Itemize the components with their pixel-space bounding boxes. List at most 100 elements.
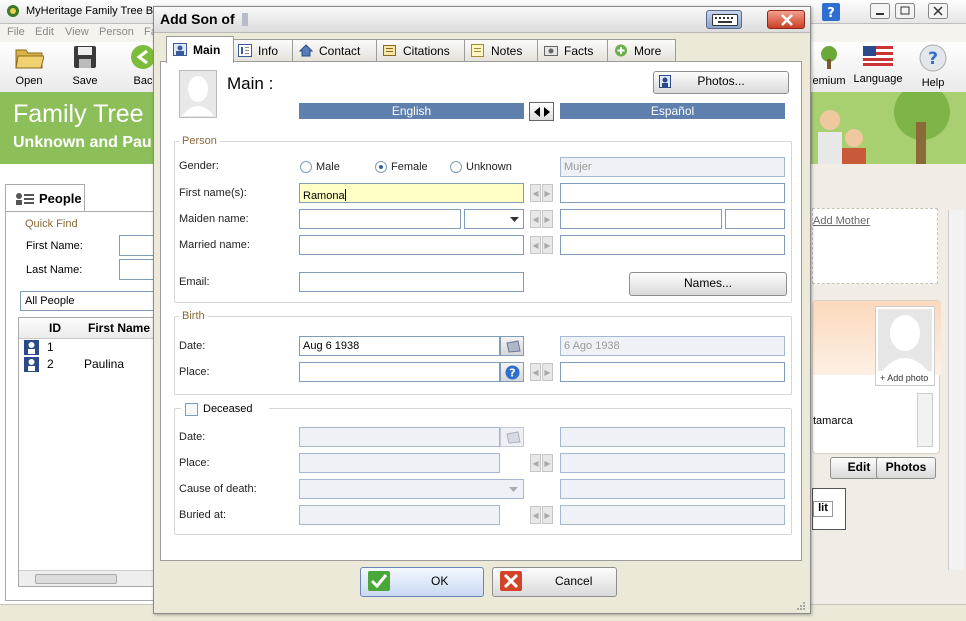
app-logo-icon [6, 4, 20, 18]
column-first-name[interactable]: First Name [88, 321, 150, 335]
copy-birth-place-arrows[interactable]: ◀ ▶ [530, 363, 554, 381]
edit-partner-fragment[interactable]: lit [813, 501, 833, 517]
people-grid: ID First Name 1 2 Paulina [18, 317, 155, 587]
cancel-x-icon [500, 571, 522, 591]
question-circle-icon: ? [505, 365, 520, 380]
table-row[interactable]: 2 Paulina [19, 356, 154, 373]
resize-grip-icon[interactable] [794, 599, 806, 611]
horizontal-scrollbar[interactable] [19, 570, 154, 586]
gender-female-label[interactable]: Female [391, 161, 428, 173]
column-id[interactable]: ID [49, 321, 61, 335]
people-filter-select[interactable]: All People [20, 291, 155, 311]
married-name-translation-input[interactable] [560, 235, 785, 255]
gender-unknown-radio[interactable] [450, 161, 462, 173]
add-photo-link[interactable]: + Add photo [880, 373, 928, 383]
deceased-checkbox[interactable] [185, 403, 198, 416]
dialog-title-bar: Add Son of [154, 7, 810, 33]
gender-label: Gender: [179, 160, 219, 172]
maximize-icon[interactable] [895, 3, 915, 19]
maiden-name-translation-input[interactable] [560, 209, 722, 229]
table-row[interactable]: 1 [19, 339, 154, 356]
cancel-button[interactable]: Cancel [492, 567, 617, 597]
names-button[interactable]: Names... [629, 272, 787, 296]
tab-notes[interactable]: Notes [464, 39, 540, 62]
first-names-input[interactable]: Ramona [299, 183, 524, 203]
premium-button[interactable]: emium [811, 44, 847, 87]
person-photo-placeholder[interactable] [179, 70, 217, 118]
birth-place-help-button[interactable]: ? [500, 362, 524, 382]
maiden-suffix-translation-input[interactable] [725, 209, 785, 229]
birth-date-input[interactable]: Aug 6 1938 [299, 336, 500, 356]
tab-facts[interactable]: Facts [537, 39, 610, 62]
menu-file[interactable]: File [7, 26, 25, 38]
save-button[interactable]: Save [68, 44, 102, 87]
language-button[interactable]: Language [852, 44, 904, 85]
close-icon[interactable] [928, 3, 948, 19]
calendar-icon [505, 340, 521, 353]
email-input[interactable] [299, 272, 524, 292]
birth-place-input[interactable] [299, 362, 500, 382]
gender-translation-field: Mujer [560, 157, 785, 177]
question-icon: ? [919, 44, 947, 72]
married-name-input[interactable] [299, 235, 524, 255]
copy-maiden-name-arrows[interactable]: ◀ ▶ [530, 210, 554, 228]
gender-male-radio[interactable] [300, 161, 312, 173]
tab-more[interactable]: More [607, 39, 676, 62]
tab-main[interactable]: Main [166, 36, 234, 63]
close-x-icon [780, 14, 794, 26]
minimize-icon[interactable] [870, 3, 890, 19]
add-mother-link[interactable]: Add Mother [813, 215, 870, 227]
ok-button[interactable]: OK [360, 567, 484, 597]
menu-person[interactable]: Person [99, 26, 134, 38]
gender-unknown-label[interactable]: Unknown [466, 161, 512, 173]
copy-first-name-arrows[interactable]: ◀ ▶ [530, 184, 554, 202]
tab-contact[interactable]: Contact [292, 39, 379, 62]
tab-people[interactable]: People [5, 184, 85, 212]
avatar-silhouette-icon [181, 72, 215, 116]
card-scrollbar[interactable] [917, 393, 933, 447]
facts-icon [544, 44, 558, 57]
cell-id: 1 [47, 340, 54, 354]
main-heading: Main : [227, 74, 274, 93]
chevron-down-icon [509, 487, 518, 492]
maiden-suffix-select[interactable] [464, 209, 524, 229]
dialog-close-button[interactable] [767, 10, 805, 29]
banner-subtitle: Unknown and Pau [13, 134, 152, 151]
married-name-label: Married name: [179, 239, 250, 251]
swap-languages-button[interactable] [529, 102, 554, 121]
cause-of-death-label: Cause of death: [179, 483, 257, 495]
birth-date-picker-button[interactable] [500, 336, 524, 356]
menu-edit[interactable]: Edit [35, 26, 54, 38]
buried-at-translation-field [560, 505, 785, 525]
help-icon[interactable]: ? [822, 3, 840, 21]
first-names-translation-input[interactable] [560, 183, 785, 203]
birth-date-translation-field: 6 Ago 1938 [560, 336, 785, 356]
maiden-name-input[interactable] [299, 209, 461, 229]
first-name-search-input[interactable] [119, 235, 157, 256]
language-english[interactable]: English [299, 103, 524, 119]
death-date-picker-button [500, 427, 524, 447]
add-mother-card[interactable]: Add Mother [812, 208, 938, 284]
right-scrollbar[interactable] [948, 210, 964, 570]
photos-person-button[interactable]: Photos [876, 457, 936, 479]
copy-married-name-arrows[interactable]: ◀ ▶ [530, 236, 554, 254]
language-spanish[interactable]: Español [560, 103, 785, 119]
photos-button[interactable]: Photos... [653, 71, 789, 94]
help-button[interactable]: ? Help [916, 44, 950, 89]
menu-view[interactable]: View [65, 26, 89, 38]
partner-card[interactable]: lit [812, 488, 846, 530]
last-name-search-input[interactable] [119, 259, 157, 280]
death-date-input [299, 427, 500, 447]
scrollbar-thumb[interactable] [35, 574, 117, 584]
swap-arrows-icon [532, 106, 552, 118]
gender-male-label[interactable]: Male [316, 161, 340, 173]
tab-citations[interactable]: Citations [376, 39, 467, 62]
person-photo[interactable]: + Add photo [875, 306, 935, 386]
keyboard-button[interactable] [706, 10, 742, 29]
gender-female-radio[interactable] [375, 161, 387, 173]
birth-place-translation-input[interactable] [560, 362, 785, 382]
open-button[interactable]: Open [10, 44, 48, 87]
deceased-label[interactable]: Deceased [203, 403, 253, 415]
svg-text:?: ? [928, 49, 938, 69]
tab-info[interactable]: Info [231, 39, 295, 62]
